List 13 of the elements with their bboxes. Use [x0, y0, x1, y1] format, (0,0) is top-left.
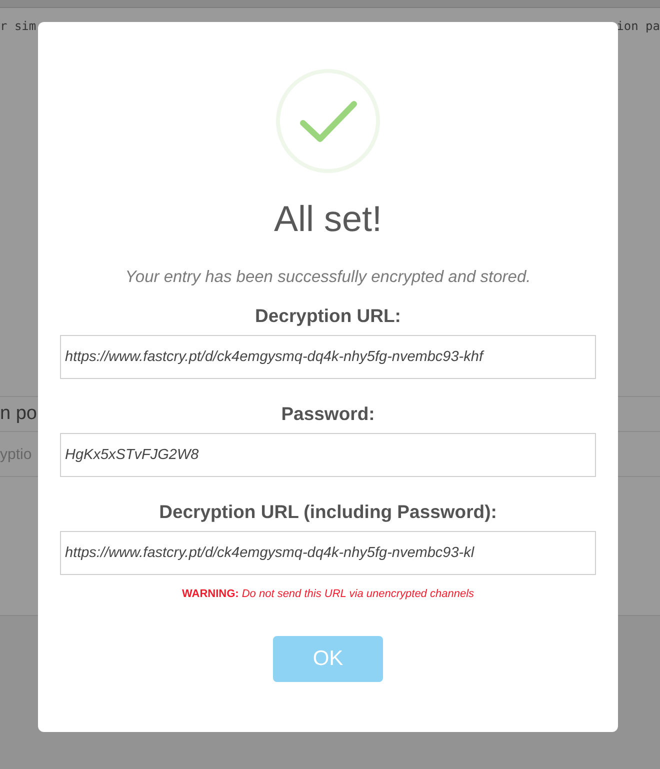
- field-label: Decryption URL (including Password):: [159, 501, 497, 523]
- background-text: ion pa: [616, 19, 660, 33]
- checkmark-icon: [275, 68, 381, 174]
- text-field[interactable]: https://www.fastcry.pt/d/ck4emgysmq-dq4k-nhy5fg-nvembc93-kl: [60, 531, 596, 575]
- field-label: Decryption URL:: [255, 305, 401, 327]
- dialog-title: All set!: [274, 198, 382, 240]
- background-text: r sim: [0, 19, 36, 33]
- background-label: n po: [0, 403, 37, 425]
- dialog-message: Your entry has been successfully encrypted and stored.: [125, 268, 531, 287]
- field-label: Password:: [281, 403, 375, 425]
- warning-text: WARNING: Do not send this URL via unencrypted channels: [182, 588, 474, 600]
- text-field[interactable]: HgKx5xSTvFJG2W8: [60, 433, 596, 477]
- text-field[interactable]: https://www.fastcry.pt/d/ck4emgysmq-dq4k-nhy5fg-nvembc93-khf: [60, 335, 596, 379]
